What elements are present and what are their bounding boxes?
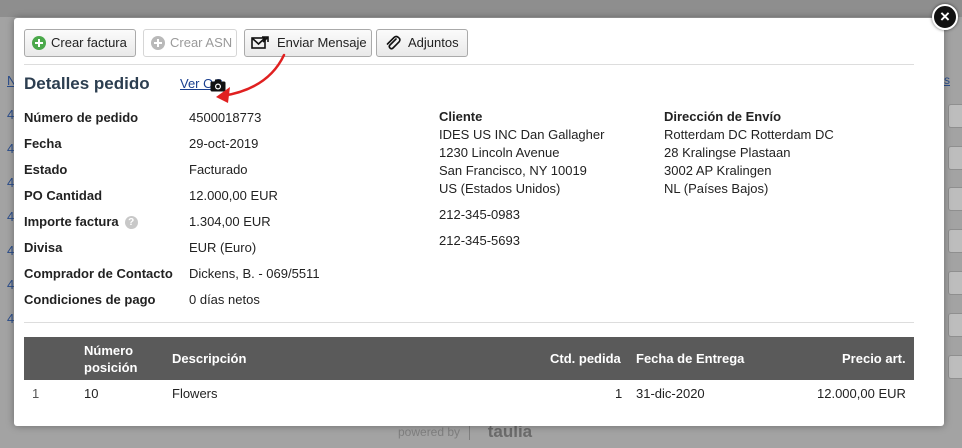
cell-quantity: 1 [615,386,623,401]
customer-phone: 212-345-5693 [439,233,520,248]
create-invoice-label: Crear factura [51,35,127,50]
detail-label: Divisa [24,240,63,255]
detail-label: Número de pedido [24,110,139,125]
powered-by-text: powered by [398,425,461,439]
order-details-modal: Crear factura Crear ASN Enviar Mensaje A… [14,18,944,426]
detail-value: 12.000,00 EUR [189,188,278,203]
cell-delivery-date: 31-dic-2020 [636,386,705,401]
detail-label: Estado [24,162,68,177]
detail-label: Importe factura? [24,214,138,229]
table-row: 1 10 Flowers 1 31-dic-2020 12.000,00 EUR [24,380,914,408]
section-divider [24,322,914,323]
shipping-line: NL (Países Bajos) [664,181,769,196]
shipping-line: Rotterdam DC Rotterdam DC [664,127,834,142]
customer-address: Cliente IDES US INC Dan Gallagher 1230 L… [439,108,604,250]
plus-circle-icon [32,36,46,50]
customer-line: US (Estados Unidos) [439,181,561,196]
shipping-line: 28 Kralingse Plastaan [664,145,791,160]
send-mail-icon [251,36,269,49]
column-header-description[interactable]: Descripción [172,337,246,380]
detail-value: 4500018773 [189,110,262,125]
paperclip-icon [386,35,401,50]
attachments-label: Adjuntos [408,35,459,50]
create-invoice-button[interactable]: Crear factura [24,29,136,57]
cell-position: 10 [84,386,99,401]
detail-label: PO Cantidad [24,188,103,203]
detail-value: EUR (Euro) [189,240,257,255]
background-row-button [948,104,962,128]
shipping-address: Dirección de Envío Rotterdam DC Rotterda… [664,108,834,198]
background-row-button [948,146,962,170]
detail-value: Facturado [189,162,248,177]
detail-value: Dickens, B. - 069/5511 [189,266,320,281]
detail-value: 1.304,00 EUR [189,214,271,229]
table-header: Número posición Descripción Ctd. pedida … [24,337,914,380]
detail-label: Comprador de Contacto [24,266,173,281]
background-column-link: s [944,73,950,87]
background-row-button [948,229,962,253]
plus-circle-icon [151,36,165,50]
powered-by-divider [469,425,471,440]
attachments-button[interactable]: Adjuntos [376,29,468,57]
detail-label: Fecha [24,136,62,151]
shipping-line: 3002 AP Kralingen [664,163,772,178]
row-index: 1 [32,386,40,401]
customer-line: San Francisco, NY 10019 [439,163,587,178]
annotation-arrow-icon [216,53,286,103]
detail-label-text: Importe factura [24,214,119,229]
customer-heading: Cliente [439,109,483,124]
detail-value: 0 días netos [189,292,260,307]
background-row-button [948,313,962,337]
detail-value: 29-oct-2019 [189,136,259,151]
shipping-heading: Dirección de Envío [664,109,782,124]
customer-line: IDES US INC Dan Gallagher [439,127,605,142]
create-asn-label: Crear ASN [170,35,233,50]
cell-description: Flowers [172,386,218,401]
background-row-button [948,271,962,295]
cell-price: 12.000,00 EUR [817,386,906,401]
column-header-price[interactable]: Precio art. [842,337,906,380]
help-icon[interactable]: ? [124,216,138,229]
background-row-button [948,355,962,379]
background-header-bar [0,0,962,17]
column-header-position[interactable]: Número posición [84,337,164,380]
page-title: Detalles pedido [24,74,150,93]
column-header-quantity[interactable]: Ctd. pedida [550,337,621,380]
toolbar-divider [24,64,914,65]
detail-label: Condiciones de pago [24,292,156,307]
background-row-button [948,187,962,211]
line-items-table: Número posición Descripción Ctd. pedida … [24,337,914,408]
send-message-label: Enviar Mensaje [277,35,367,50]
column-header-delivery-date[interactable]: Fecha de Entrega [636,337,744,380]
customer-line: 1230 Lincoln Avenue [439,145,560,160]
close-modal-button[interactable]: × [932,4,958,30]
customer-phone: 212-345-0983 [439,207,520,222]
